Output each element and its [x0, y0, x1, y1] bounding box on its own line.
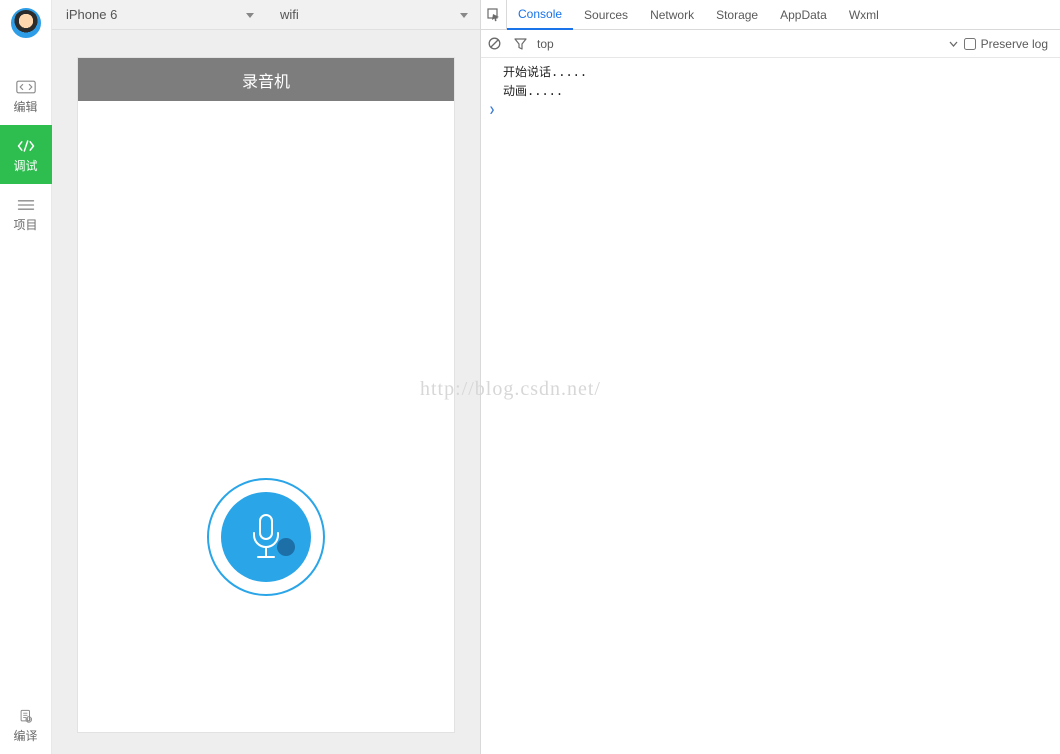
devtools-tabs: Console Sources Network Storage AppData …	[481, 0, 1060, 30]
tab-network[interactable]: Network	[639, 0, 705, 30]
debug-icon	[16, 139, 36, 153]
preserve-log-label: Preserve log	[981, 37, 1048, 51]
filter-button[interactable]	[507, 30, 533, 58]
simulator-surface: 录音机	[52, 30, 480, 754]
device-select-value: iPhone 6	[66, 7, 117, 22]
sidebar-item-label: 项目	[13, 216, 37, 233]
clear-icon	[488, 37, 501, 50]
tab-console[interactable]: Console	[507, 0, 573, 30]
device-select[interactable]: iPhone 6	[52, 0, 266, 30]
simulator-toolbar: iPhone 6 wifi	[52, 0, 480, 30]
tab-sources[interactable]: Sources	[573, 0, 639, 30]
record-indicator-dot	[277, 538, 295, 556]
sidebar-item-label: 编译	[13, 727, 37, 744]
sidebar-item-edit[interactable]: 编辑	[0, 66, 52, 125]
devtools-panel: Console Sources Network Storage AppData …	[480, 0, 1060, 754]
record-button[interactable]	[207, 478, 325, 596]
preserve-log-toggle[interactable]: Preserve log	[964, 37, 1060, 51]
inspect-element-button[interactable]	[481, 0, 507, 30]
tab-appdata[interactable]: AppData	[769, 0, 838, 30]
sidebar-item-label: 编辑	[13, 98, 37, 115]
tab-label: Sources	[584, 8, 628, 22]
page-title: 录音机	[242, 68, 290, 92]
inspect-icon	[487, 8, 501, 22]
tab-label: Console	[518, 7, 562, 21]
code-icon	[16, 80, 36, 94]
console-line: 动画.....	[481, 81, 1060, 100]
phone-title-bar: 录音机	[78, 58, 454, 101]
sidebar-item-label: 调试	[13, 157, 37, 174]
clear-console-button[interactable]	[481, 30, 507, 58]
tab-label: AppData	[780, 8, 827, 22]
menu-icon	[16, 198, 36, 212]
compile-icon	[16, 709, 36, 723]
log-level-select[interactable]	[944, 40, 964, 48]
console-prompt[interactable]	[481, 100, 1060, 118]
execution-context-select[interactable]: top	[533, 37, 560, 51]
tab-label: Wxml	[849, 8, 879, 22]
tab-label: Network	[650, 8, 694, 22]
microphone-icon	[246, 511, 286, 563]
tab-wxml[interactable]: Wxml	[838, 0, 890, 30]
tab-label: Storage	[716, 8, 758, 22]
network-select[interactable]: wifi	[266, 0, 480, 30]
console-line: 开始说话.....	[481, 62, 1060, 81]
record-button-inner	[221, 492, 311, 582]
avatar[interactable]	[11, 8, 41, 38]
tab-storage[interactable]: Storage	[705, 0, 769, 30]
left-sidebar: 编辑 调试 项目 编译	[0, 0, 52, 754]
phone-frame: 录音机	[78, 58, 454, 732]
network-select-value: wifi	[280, 7, 299, 22]
chevron-down-icon	[949, 40, 958, 48]
execution-context-value: top	[537, 37, 554, 51]
sidebar-item-debug[interactable]: 调试	[0, 125, 52, 184]
filter-icon	[514, 38, 527, 50]
preserve-log-checkbox[interactable]	[964, 38, 976, 50]
console-toolbar: top Preserve log	[481, 30, 1060, 58]
console-output[interactable]: 开始说话..... 动画.....	[481, 58, 1060, 754]
sidebar-item-project[interactable]: 项目	[0, 184, 52, 243]
sidebar-item-compile[interactable]: 编译	[0, 695, 52, 754]
